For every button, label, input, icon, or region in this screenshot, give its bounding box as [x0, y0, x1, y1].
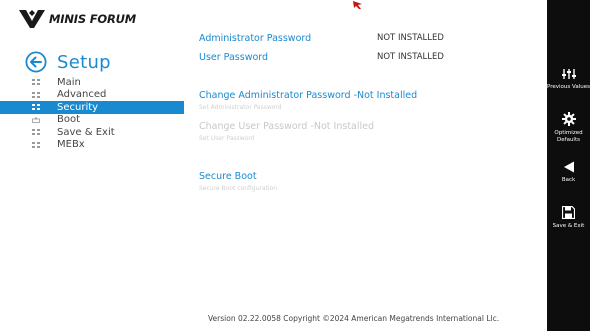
save-exit-label: Save & Exit — [552, 223, 585, 229]
save-disk-icon — [562, 206, 575, 219]
back-triangle-icon — [563, 161, 574, 173]
secure-boot-title[interactable]: Secure Boot — [199, 171, 277, 182]
boot-drive-icon — [32, 117, 40, 123]
change-user-password-item[interactable]: Change User Password -Not Installed Set … — [199, 121, 374, 142]
menu-grid-icon — [32, 141, 40, 148]
save-exit-button[interactable]: Save & Exit — [547, 206, 590, 230]
back-arrow-icon[interactable] — [25, 51, 47, 73]
gear-icon — [561, 112, 576, 126]
sidebar-item-label: Security — [57, 101, 99, 113]
previous-values-label: Previous Values — [547, 84, 590, 90]
sidebar-item-label: Advanced — [57, 89, 107, 101]
page-title: Setup — [25, 51, 111, 73]
secure-boot-desc: Secure Boot configuration — [199, 185, 278, 192]
change-admin-password-desc: Set Administrator Password — [199, 104, 282, 111]
right-action-bar: Previous Values Optimized Defaults Back — [547, 0, 590, 331]
sidebar-item-boot[interactable]: Boot — [0, 114, 184, 127]
user-password-status: NOT INSTALLED — [377, 52, 444, 62]
user-password-row: User Password NOT INSTALLED — [199, 52, 444, 63]
change-user-password-desc: Set User Password — [199, 135, 255, 142]
optimized-defaults-button[interactable]: Optimized Defaults — [547, 112, 590, 144]
sliders-icon — [561, 69, 576, 79]
security-panel: Administrator Password NOT INSTALLED Use… — [199, 0, 539, 331]
change-admin-password-title[interactable]: Change Administrator Password -Not Insta… — [199, 90, 417, 101]
user-password-label: User Password — [199, 52, 269, 63]
sidebar-item-label: Save & Exit — [57, 126, 115, 138]
sidebar-item-mebx[interactable]: MEBx — [0, 139, 184, 152]
sidebar-item-save-exit[interactable]: Save & Exit — [0, 126, 184, 139]
menu-grid-icon — [32, 91, 40, 98]
back-label: Back — [561, 177, 576, 183]
menu-grid-icon — [32, 129, 40, 136]
admin-password-label: Administrator Password — [199, 33, 312, 44]
sidebar-item-label: Main — [57, 76, 81, 88]
brand-name: MINIS FORUM — [49, 12, 136, 26]
back-button[interactable]: Back — [547, 161, 590, 184]
sidebar-item-main[interactable]: Main — [0, 76, 184, 89]
secure-boot-item[interactable]: Secure Boot Secure Boot configuration — [199, 171, 277, 192]
menu-grid-icon — [32, 104, 40, 111]
minisforum-logo-icon — [19, 10, 45, 28]
version-footer: Version 02.22.0058 Copyright ©2024 Ameri… — [208, 314, 500, 323]
admin-password-status: NOT INSTALLED — [377, 33, 444, 43]
previous-values-button[interactable]: Previous Values — [547, 68, 590, 91]
sidebar-item-label: Boot — [57, 114, 81, 126]
change-admin-password-item[interactable]: Change Administrator Password -Not Insta… — [199, 90, 417, 111]
sidebar-item-advanced[interactable]: Advanced — [0, 89, 184, 102]
change-user-password-title[interactable]: Change User Password -Not Installed — [199, 121, 374, 132]
sidebar-item-security[interactable]: Security — [0, 101, 184, 114]
sidebar-nav: Main Advanced Security Boot Save & Exit … — [0, 76, 184, 151]
menu-grid-icon — [32, 79, 40, 86]
brand-logo: MINIS FORUM — [18, 9, 136, 29]
setup-title-text: Setup — [57, 51, 111, 73]
optimized-defaults-label: Optimized Defaults — [554, 130, 583, 143]
sidebar-item-label: MEBx — [57, 139, 85, 151]
admin-password-row: Administrator Password NOT INSTALLED — [199, 33, 444, 44]
